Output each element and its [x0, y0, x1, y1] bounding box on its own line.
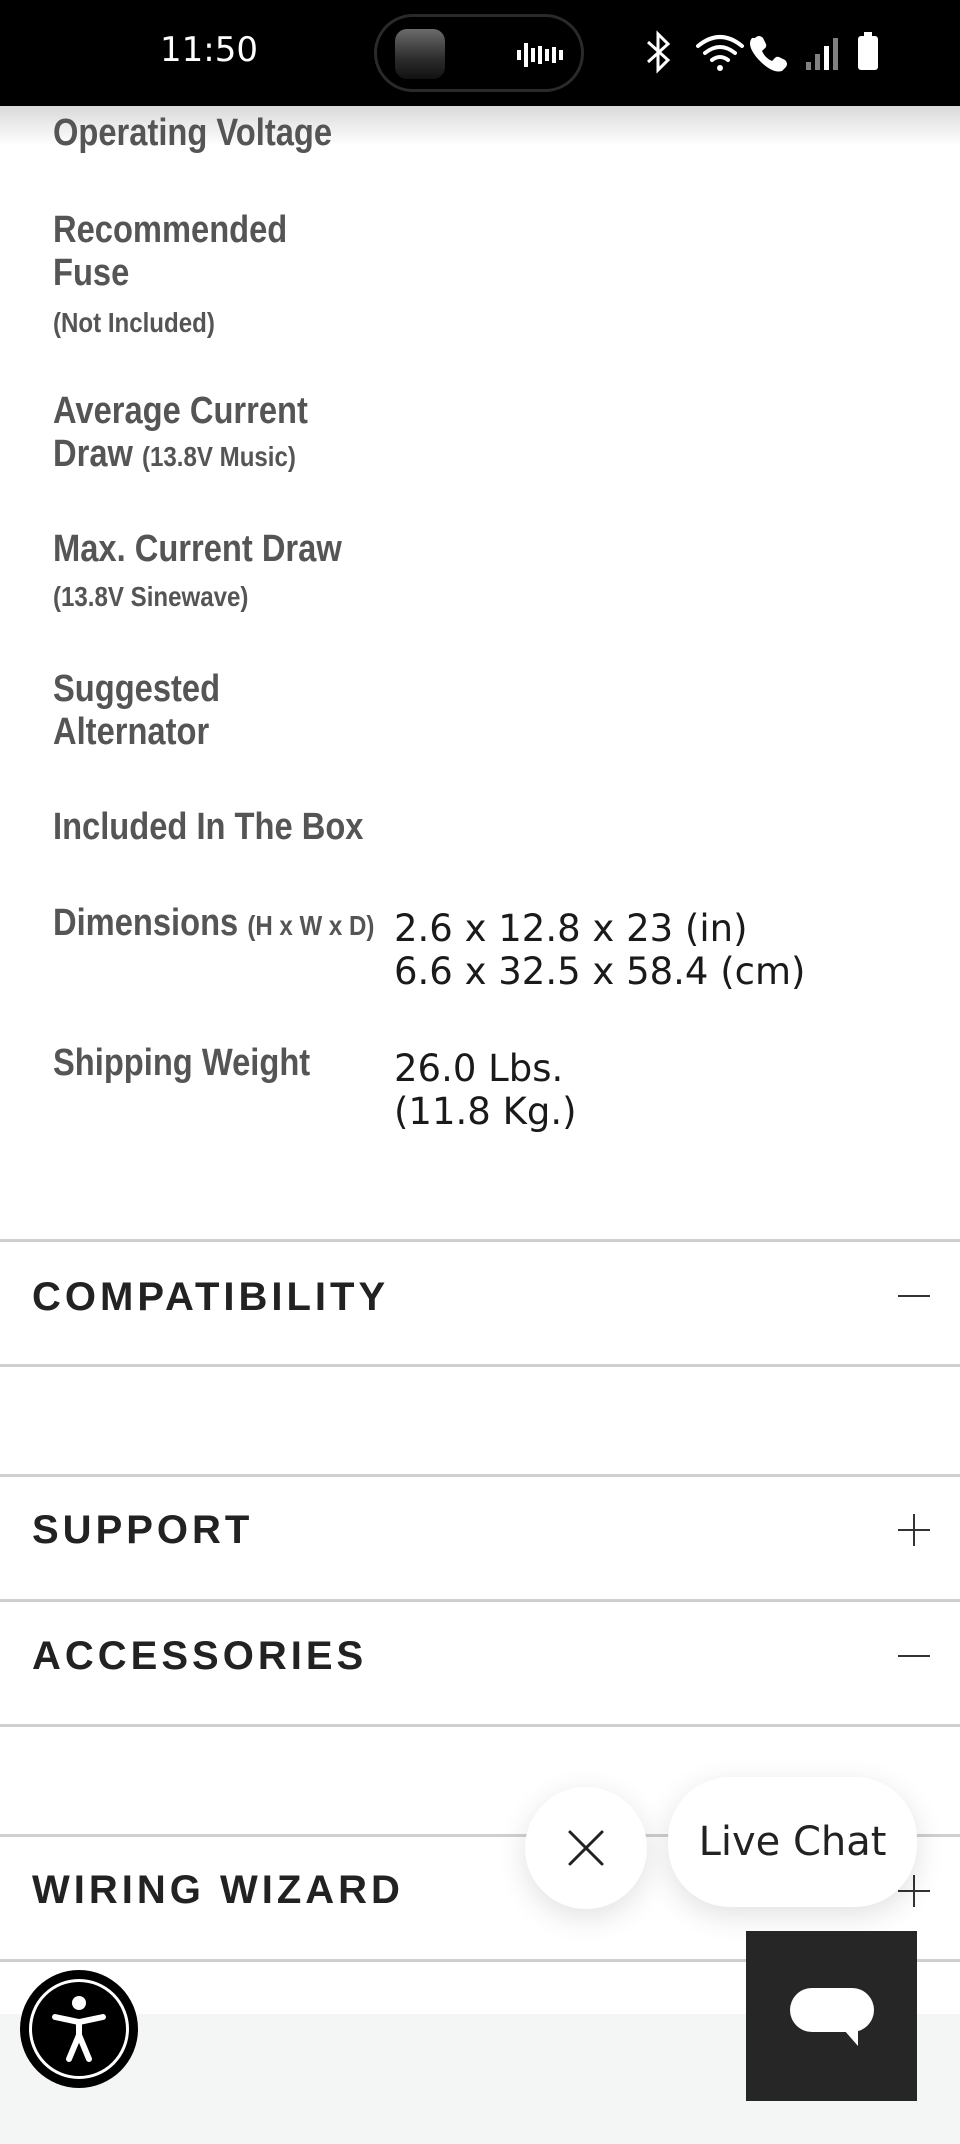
dimensions-in: 2.6 x 12.8 x 23 (in)	[394, 907, 748, 950]
spec-label: Suggested Alternator	[53, 668, 221, 753]
spec-included-in-box: Included In The Box	[53, 806, 363, 849]
spec-shipping-weight-value: 26.0 Lbs. (11.8 Kg.)	[394, 1047, 577, 1133]
spec-label: Average Current Draw (13.8V Music)	[53, 390, 308, 475]
spec-max-current-draw: Max. Current Draw (13.8V Sinewave)	[53, 528, 342, 618]
spec-shipping-weight: Shipping Weight	[53, 1042, 310, 1085]
spec-operating-voltage: Operating Voltage	[53, 112, 332, 155]
live-chat-label: Live Chat	[698, 1819, 887, 1865]
status-icons	[646, 30, 878, 74]
close-icon	[568, 1830, 604, 1866]
spec-dimensions: Dimensions (H x W x D)	[53, 902, 374, 947]
accessibility-icon	[52, 1996, 106, 2062]
weight-kg: (11.8 Kg.)	[394, 1090, 577, 1133]
accessibility-button[interactable]	[20, 1970, 138, 2088]
spec-sublabel: (Not Included)	[53, 307, 215, 338]
status-time: 11:50	[160, 30, 258, 70]
call-icon	[750, 36, 787, 72]
dimensions-cm: 6.6 x 32.5 x 58.4 (cm)	[394, 950, 806, 993]
spec-label: Included In The Box	[53, 806, 364, 848]
status-bar: 11:50	[0, 0, 960, 106]
spec-recommended-fuse: Recommended Fuse (Not Included)	[53, 209, 302, 344]
spec-label: Shipping Weight	[53, 1042, 311, 1084]
wifi-icon	[696, 35, 744, 62]
spec-sublabel: (H x W x D)	[247, 910, 375, 941]
spec-label: Max. Current Draw	[53, 528, 342, 570]
media-pill[interactable]	[374, 14, 584, 92]
divider	[0, 1599, 960, 1602]
spec-label: Operating Voltage	[53, 112, 333, 154]
minus-icon[interactable]	[898, 1640, 930, 1672]
audio-wave-icon	[517, 43, 563, 67]
album-art-icon	[395, 29, 445, 79]
spec-sublabel: (13.8V Sinewave)	[53, 581, 249, 612]
spec-label: Recommended Fuse	[53, 209, 288, 294]
weight-lbs: 26.0 Lbs.	[394, 1047, 564, 1090]
spec-suggested-alternator: Suggested Alternator	[53, 668, 302, 754]
divider	[0, 1364, 960, 1367]
spec-average-current-draw: Average Current Draw (13.8V Music)	[53, 390, 328, 478]
accordion-title: WIRING WIZARD	[32, 1868, 404, 1912]
divider	[0, 1239, 960, 1242]
chat-bubble-icon	[790, 1988, 874, 2046]
signal-icon	[806, 38, 838, 70]
divider	[0, 1724, 960, 1727]
close-chat-button[interactable]	[525, 1787, 647, 1909]
accordion-title: SUPPORT	[32, 1508, 254, 1552]
plus-icon[interactable]	[898, 1514, 930, 1546]
live-chat-bubble[interactable]: Live Chat	[668, 1777, 917, 1907]
open-chat-button[interactable]	[746, 1931, 917, 2101]
spec-dimensions-value: 2.6 x 12.8 x 23 (in) 6.6 x 32.5 x 58.4 (…	[394, 907, 805, 993]
spec-sublabel: (13.8V Music)	[141, 441, 296, 472]
minus-icon[interactable]	[898, 1280, 930, 1312]
bluetooth-icon	[646, 30, 671, 74]
divider	[0, 1474, 960, 1477]
accordion-title: ACCESSORIES	[32, 1634, 368, 1678]
spec-label: Dimensions	[53, 902, 239, 944]
accordion-title: COMPATIBILITY	[32, 1275, 390, 1319]
battery-icon	[858, 32, 878, 70]
